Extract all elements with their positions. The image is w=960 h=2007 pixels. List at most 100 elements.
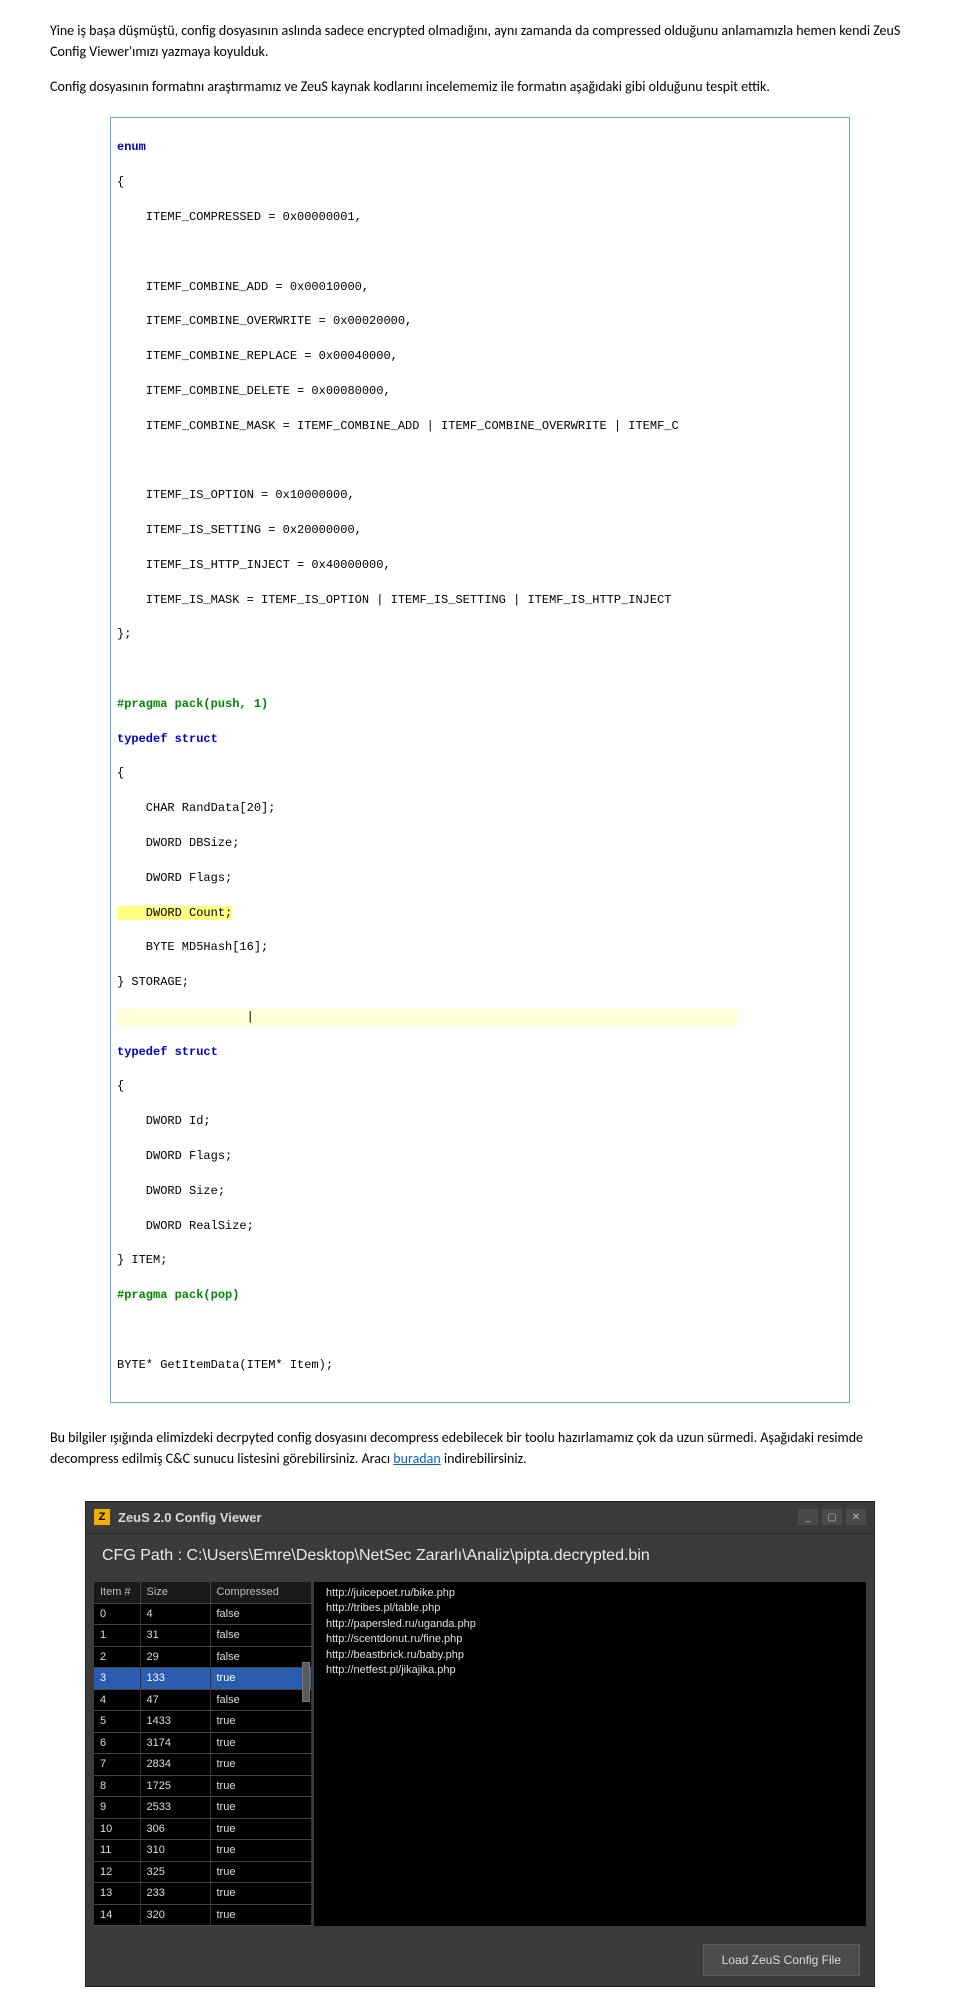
table-cell: false — [210, 1689, 312, 1711]
table-cell: 5 — [94, 1711, 140, 1733]
table-cell: true — [210, 1754, 312, 1776]
table-cell: 13 — [94, 1883, 140, 1905]
intro-paragraph-2: Config dosyasının formatını araştırmamız… — [50, 76, 910, 97]
config-viewer-window: Z ZeuS 2.0 Config Viewer _ ▢ ✕ CFG Path … — [85, 1501, 875, 1988]
enum-line: ITEMF_COMBINE_DELETE = 0x00080000, — [111, 383, 849, 400]
enum-line: ITEMF_COMPRESSED = 0x00000001, — [111, 209, 849, 226]
table-cell: 4 — [94, 1689, 140, 1711]
table-cell: 9 — [94, 1797, 140, 1819]
cursor-line: | — [117, 1009, 737, 1026]
open-brace: { — [111, 765, 849, 782]
table-cell: true — [210, 1840, 312, 1862]
table-cell: 1 — [94, 1625, 140, 1647]
typedef-keyword: typedef struct — [117, 732, 218, 746]
minimize-button[interactable]: _ — [798, 1509, 818, 1525]
table-cell: 47 — [140, 1689, 210, 1711]
scrollbar-thumb[interactable] — [302, 1662, 310, 1702]
col-header-size[interactable]: Size — [140, 1582, 210, 1603]
table-cell: 2834 — [140, 1754, 210, 1776]
table-cell: 29 — [140, 1646, 210, 1668]
table-row[interactable]: 10306true — [94, 1818, 312, 1840]
items-table-panel: Item # Size Compressed 04false131false22… — [94, 1582, 314, 1926]
close-brace: }; — [111, 626, 849, 643]
table-row[interactable]: 14320true — [94, 1904, 312, 1926]
table-row[interactable]: 04false — [94, 1603, 312, 1625]
source-code-block: enum { ITEMF_COMPRESSED = 0x00000001, IT… — [110, 117, 850, 1403]
table-cell: false — [210, 1603, 312, 1625]
table-cell: 1725 — [140, 1775, 210, 1797]
table-cell: 306 — [140, 1818, 210, 1840]
table-cell: 6 — [94, 1732, 140, 1754]
table-cell: 0 — [94, 1603, 140, 1625]
table-cell: 320 — [140, 1904, 210, 1926]
table-cell: 2533 — [140, 1797, 210, 1819]
table-row[interactable]: 229false — [94, 1646, 312, 1668]
open-brace: { — [111, 1078, 849, 1095]
url-list-item: http://tribes.pl/table.php — [326, 1601, 866, 1616]
table-cell: 2 — [94, 1646, 140, 1668]
load-config-button[interactable]: Load ZeuS Config File — [703, 1944, 860, 1976]
table-cell: 133 — [140, 1668, 210, 1690]
struct-line: BYTE MD5Hash[16]; — [111, 939, 849, 956]
url-list-item: http://netfest.pl/jikajika.php — [326, 1663, 866, 1678]
table-cell: 7 — [94, 1754, 140, 1776]
table-cell: 4 — [140, 1603, 210, 1625]
table-cell: true — [210, 1711, 312, 1733]
table-cell: 325 — [140, 1861, 210, 1883]
table-cell: 12 — [94, 1861, 140, 1883]
pragma-pop: #pragma pack(pop) — [117, 1288, 239, 1302]
url-list-item: http://juicepoet.ru/bike.php — [326, 1586, 866, 1601]
table-cell: true — [210, 1668, 312, 1690]
table-row[interactable]: 72834true — [94, 1754, 312, 1776]
struct-line: DWORD Flags; — [111, 870, 849, 887]
table-cell: false — [210, 1625, 312, 1647]
table-row[interactable]: 11310true — [94, 1840, 312, 1862]
close-brace-storage: } STORAGE; — [111, 974, 849, 991]
table-cell: true — [210, 1732, 312, 1754]
col-header-compressed[interactable]: Compressed — [210, 1582, 312, 1603]
app-icon: Z — [94, 1509, 110, 1525]
table-cell: 310 — [140, 1840, 210, 1862]
table-row[interactable]: 447false — [94, 1689, 312, 1711]
body-paragraph-3: Bu bilgiler ışığında elimizdeki decrpyte… — [50, 1427, 910, 1469]
table-row[interactable]: 92533true — [94, 1797, 312, 1819]
struct-line: DWORD RealSize; — [111, 1218, 849, 1235]
table-row[interactable]: 63174true — [94, 1732, 312, 1754]
highlighted-line: DWORD Count; — [117, 906, 232, 920]
table-cell: 31 — [140, 1625, 210, 1647]
table-row[interactable]: 13233true — [94, 1883, 312, 1905]
items-table[interactable]: Item # Size Compressed 04false131false22… — [94, 1582, 312, 1926]
table-cell: 8 — [94, 1775, 140, 1797]
enum-line: ITEMF_COMBINE_OVERWRITE = 0x00020000, — [111, 313, 849, 330]
url-list-item: http://papersled.ru/uganda.php — [326, 1617, 866, 1632]
table-cell: true — [210, 1818, 312, 1840]
table-cell: true — [210, 1797, 312, 1819]
table-cell: 1433 — [140, 1711, 210, 1733]
table-cell: true — [210, 1904, 312, 1926]
col-header-item[interactable]: Item # — [94, 1582, 140, 1603]
close-button[interactable]: ✕ — [846, 1509, 866, 1525]
table-row[interactable]: 3133true — [94, 1668, 312, 1690]
table-row[interactable]: 12325true — [94, 1861, 312, 1883]
table-cell: true — [210, 1883, 312, 1905]
table-cell: 10 — [94, 1818, 140, 1840]
table-cell: 3 — [94, 1668, 140, 1690]
p3-text-b: indirebilirsiniz. — [441, 1450, 527, 1467]
typedef-keyword: typedef struct — [117, 1045, 218, 1059]
enum-line: ITEMF_COMBINE_ADD = 0x00010000, — [111, 279, 849, 296]
maximize-button[interactable]: ▢ — [822, 1509, 842, 1525]
struct-line: DWORD Size; — [111, 1183, 849, 1200]
table-cell: true — [210, 1775, 312, 1797]
cfg-path-label: CFG Path : C:\Users\Emre\Desktop\NetSec … — [86, 1534, 874, 1582]
download-link[interactable]: buradan — [393, 1450, 440, 1467]
window-title: ZeuS 2.0 Config Viewer — [118, 1508, 262, 1528]
enum-line: ITEMF_COMBINE_MASK = ITEMF_COMBINE_ADD |… — [111, 418, 849, 435]
table-cell: false — [210, 1646, 312, 1668]
pragma-push: #pragma pack(push, 1) — [117, 697, 268, 711]
enum-line: ITEMF_IS_SETTING = 0x20000000, — [111, 522, 849, 539]
url-list-item: http://beastbrick.ru/baby.php — [326, 1648, 866, 1663]
table-row[interactable]: 131false — [94, 1625, 312, 1647]
title-bar[interactable]: Z ZeuS 2.0 Config Viewer _ ▢ ✕ — [86, 1502, 874, 1535]
table-row[interactable]: 51433true — [94, 1711, 312, 1733]
table-row[interactable]: 81725true — [94, 1775, 312, 1797]
